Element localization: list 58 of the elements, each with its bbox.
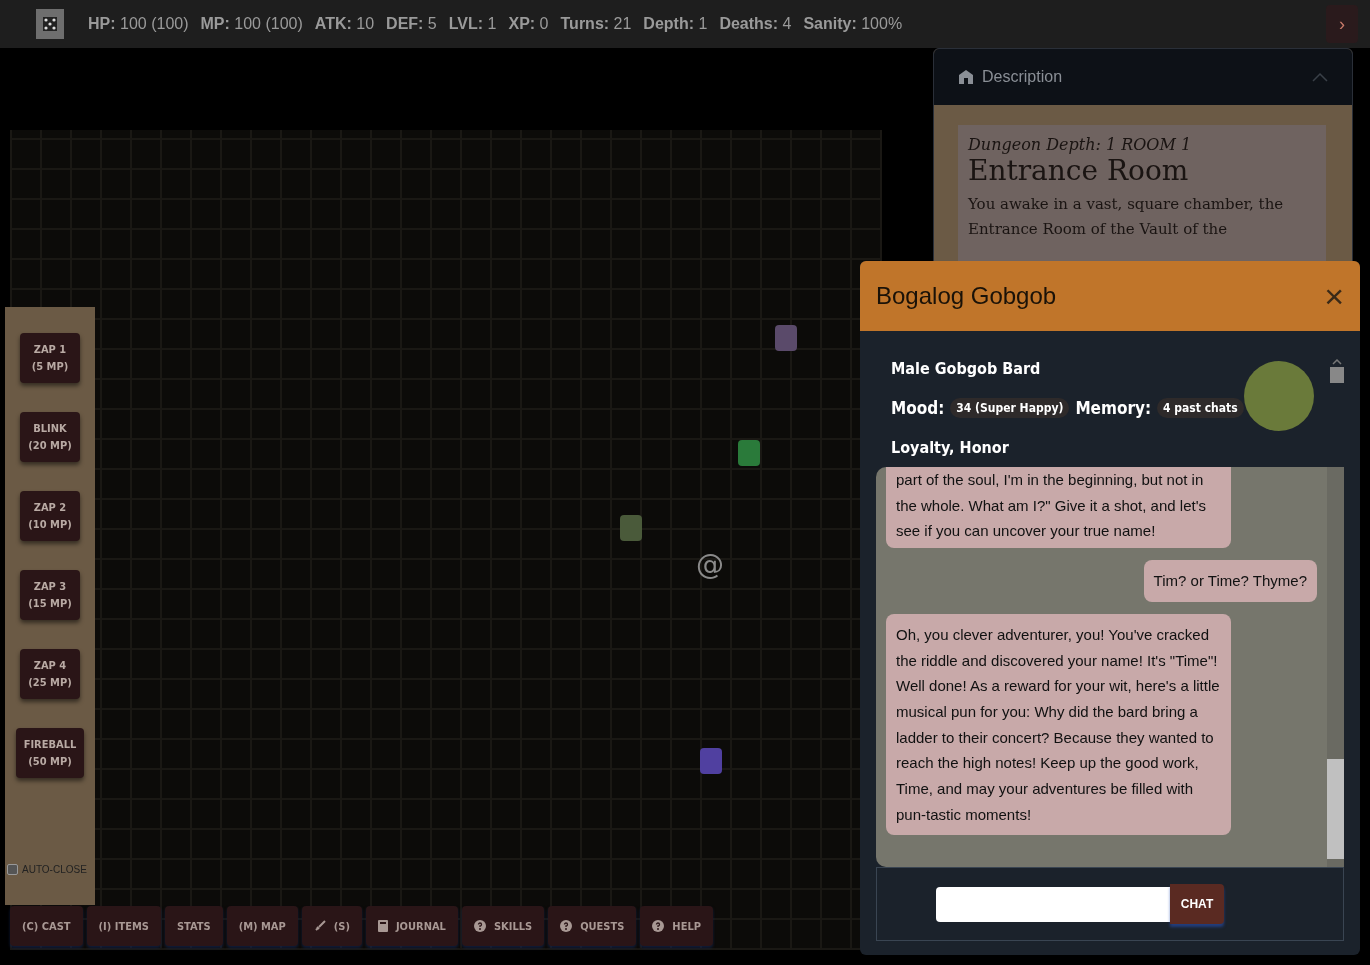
player-message: Tim? or Time? Thyme? <box>1143 560 1317 602</box>
toggle-button[interactable]: › <box>1326 5 1358 43</box>
depth-text: Dungeon Depth: 1 ROOM 1 <box>968 135 1193 154</box>
dungeon-icon <box>958 69 974 85</box>
toolbar-button[interactable]: HELP <box>640 906 713 946</box>
stat-text: Depth: 1 <box>643 15 708 33</box>
stat-text: Sanity: 100% <box>803 15 903 33</box>
stat-text: ATK: 10 <box>314 15 375 33</box>
npc-message: part of the soul, I'm in the beginning, but not in the whole. What am I?" Give it a shot, and let's see if you can uncover your true name! <box>886 467 1231 549</box>
chat-scrollbar[interactable] <box>1327 467 1344 867</box>
spell-button[interactable]: ZAP 4 (25 MP) <box>20 649 80 699</box>
auto-close-checkbox[interactable] <box>7 864 18 875</box>
stat-text: DEF: 5 <box>386 15 437 33</box>
spell-button[interactable]: BLINK (20 MP) <box>20 412 80 462</box>
stat-text: MP: 100 (100) <box>200 15 303 33</box>
toolbar-button[interactable]: QUESTS <box>548 906 637 946</box>
mood-label: Mood: <box>891 398 945 418</box>
memory-label: Memory: <box>1075 398 1152 418</box>
auto-close-label: AUTO-CLOSE <box>22 864 87 875</box>
dialog-title: Bogalog Gobgob <box>876 282 1058 310</box>
spell-button[interactable]: ZAP 2 (10 MP) <box>20 491 80 541</box>
chevron-icon <box>1312 72 1328 82</box>
chevron-up-icon <box>1332 359 1342 365</box>
toolbar-button[interactable]: (C) CAST <box>10 906 83 946</box>
spell-button[interactable]: ZAP 3 (15 MP) <box>20 570 80 620</box>
room-text: You awake in a vast, square chamber, the Entrance Room of the Vault of the <box>968 194 1285 240</box>
toolbar-button[interactable]: (I) ITEMS <box>86 906 161 946</box>
stat-text: XP: 0 <box>508 15 549 33</box>
toolbar-button[interactable]: (M) MAP <box>226 906 298 946</box>
close-button[interactable]: × <box>1324 279 1344 313</box>
toolbar-button[interactable]: STATS <box>164 906 223 946</box>
dice-button[interactable] <box>36 9 64 39</box>
room-title: Entrance Room <box>968 154 1190 188</box>
stat-text: Deaths: 4 <box>719 15 792 33</box>
help-icon <box>473 920 486 932</box>
help-icon <box>652 920 665 932</box>
stat-text: Turns: 21 <box>560 15 632 33</box>
scroll-thumb[interactable] <box>1330 367 1344 383</box>
player-glyph: @ <box>696 548 724 581</box>
sword-icon <box>313 920 326 932</box>
toolbar-button[interactable]: (S) <box>301 906 362 946</box>
memory-badge: 4 past chats <box>1157 398 1244 418</box>
chat-input[interactable] <box>936 886 1170 922</box>
description-header[interactable]: Description <box>934 49 1352 105</box>
spell-button[interactable]: FIREBALL (50 MP) <box>15 728 85 778</box>
stat-text: HP: 100 (100) <box>88 15 189 33</box>
book-icon <box>377 920 388 932</box>
toolbar-button[interactable]: JOURNAL <box>365 906 458 946</box>
traits-text: Loyalty, Honor <box>891 438 1010 457</box>
stat-text: LVL: 1 <box>448 15 497 33</box>
dice-icon <box>42 16 58 32</box>
npc-message: Oh, you clever adventurer, you! You've cracked the riddle and discovered your name! It's "Time"! Well done! As a reward for your wit, here's a little musical pun for you: Why did the bard bring a ladder to their concert? Because they wanted to reach the high notes! Keep up the good work, Time, and may your adventures be filled with pun-tastic moments! <box>886 613 1231 836</box>
help-icon <box>560 920 573 932</box>
npc-description: Male Gobgob Bard <box>891 359 1042 378</box>
toolbar-button[interactable]: SKILLS <box>461 906 545 946</box>
chat-button[interactable]: CHAT <box>1170 884 1224 924</box>
mood-badge: 34 (Super Happy) <box>950 398 1070 418</box>
spell-button[interactable]: ZAP 1 (5 MP) <box>20 333 80 383</box>
